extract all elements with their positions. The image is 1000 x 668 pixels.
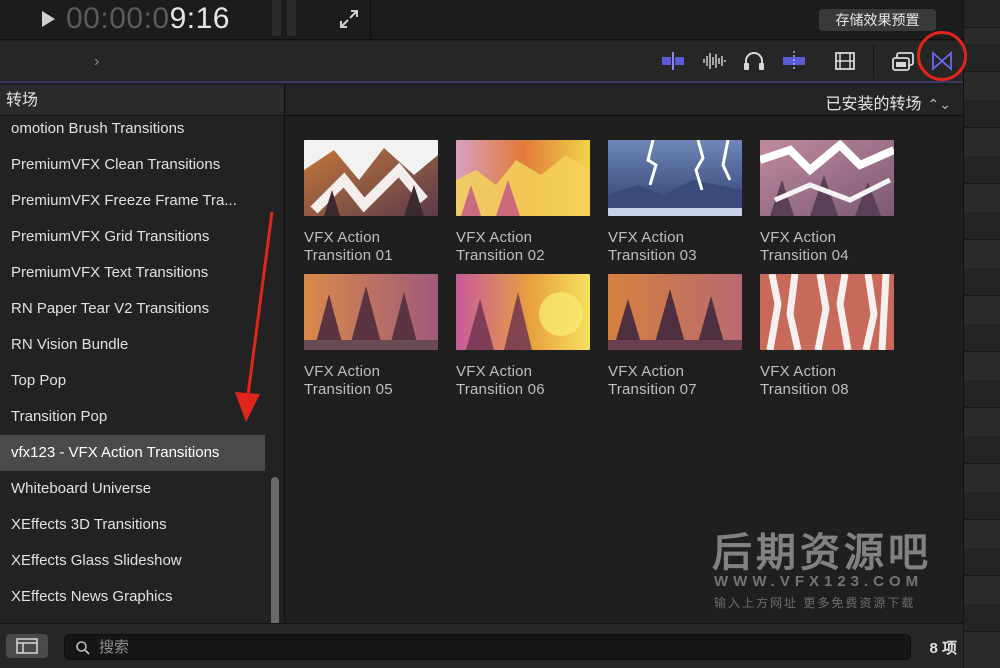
category-item[interactable]: XEffects News Graphics [0, 579, 265, 615]
search-icon [76, 641, 90, 655]
timecode-display: 00:00:09:16 [66, 2, 230, 36]
transition-thumbnail[interactable]: VFX Action Transition 04 [758, 139, 896, 265]
category-item[interactable]: PremiumVFX Text Transitions [0, 255, 265, 291]
category-item[interactable]: PremiumVFX Grid Transitions [0, 219, 265, 255]
headphones-icon[interactable] [741, 50, 767, 72]
panel-block [964, 156, 1000, 184]
panel-block [964, 268, 1000, 296]
transition-preview-image [760, 273, 894, 351]
transition-preview-image [304, 140, 438, 216]
panel-block [964, 324, 1000, 352]
timeline-toolbar: › [0, 41, 963, 83]
sidebar-toggle-button[interactable] [6, 634, 48, 658]
save-effects-preset-button[interactable]: 存储效果预置 [819, 9, 936, 31]
annotation-circle [917, 31, 967, 81]
watermark-subtitle: 输入上方网址 更多免费资源下载 [714, 596, 916, 610]
transition-thumbnail[interactable]: VFX Action Transition 01 [304, 140, 438, 265]
panel-block [964, 44, 1000, 72]
transition-name-line1: VFX Action [760, 229, 837, 246]
watermark-title: 后期资源吧 [712, 531, 932, 575]
search-field[interactable] [64, 634, 911, 660]
transition-preview-image [758, 139, 896, 216]
viewer-bar: 00:00:09:16 存储效果预置 [0, 0, 963, 40]
transition-preview-image [456, 140, 590, 216]
annotation-arrow [235, 211, 274, 422]
category-item[interactable]: RN Paper Tear V2 Transitions [0, 291, 265, 327]
browser-header: 已安装的转场 ⌃⌄ [286, 85, 963, 116]
transition-name-line1: VFX Action [456, 229, 533, 246]
clip-appearance-icon[interactable] [890, 50, 916, 72]
panel-block [964, 100, 1000, 128]
transition-name-line1: VFX Action [608, 229, 685, 246]
category-item[interactable]: PremiumVFX Freeze Frame Tra... [0, 183, 265, 219]
transition-name-line2: Transition 05 [304, 381, 393, 398]
right-panel-edge [963, 0, 1000, 668]
timecode-dim: 00:00:0 [66, 2, 170, 35]
transition-preview-image [456, 274, 590, 350]
transition-thumbnail[interactable]: VFX Action Transition 06 [456, 274, 590, 399]
sidebar-icon [16, 638, 38, 654]
category-item[interactable]: omotion Brush Transitions [0, 111, 265, 147]
transition-thumbnail[interactable]: VFX Action Transition 02 [456, 140, 590, 265]
transition-thumbnail[interactable]: VFX Action Transition 05 [304, 274, 438, 399]
category-item[interactable]: XEffects 3D Transitions [0, 507, 265, 543]
panel-block [964, 548, 1000, 576]
panel-block [964, 380, 1000, 408]
panel-block [964, 492, 1000, 520]
category-select-label: 已安装的转场 [825, 96, 922, 113]
browser-footer: 8 项 [0, 623, 963, 668]
split-audio-icon[interactable] [660, 50, 686, 72]
audio-meter-right [287, 0, 296, 36]
category-item[interactable]: Top Pop [0, 363, 265, 399]
transition-preview-image [608, 274, 742, 350]
item-count: 8 项 [929, 640, 957, 657]
scrollbar-thumb[interactable] [271, 477, 279, 629]
panel-block [964, 436, 1000, 464]
waveform-icon[interactable] [701, 50, 727, 72]
fullscreen-icon[interactable] [337, 7, 361, 31]
divider [370, 0, 371, 40]
category-item-selected[interactable]: vfx123 - VFX Action Transitions [0, 435, 265, 471]
installed-transitions-select[interactable]: 已安装的转场 ⌃⌄ [826, 90, 951, 114]
transition-name-line2: Transition 01 [304, 247, 393, 264]
chevron-right-icon[interactable]: › [94, 53, 99, 71]
film-icon[interactable] [832, 50, 858, 72]
snapping-icon[interactable] [781, 50, 807, 72]
transition-thumbnail[interactable]: VFX Action Transition 08 [760, 273, 894, 399]
transition-name-line2: Transition 07 [608, 381, 697, 398]
audio-meter-left [272, 0, 281, 36]
panel-block [964, 604, 1000, 632]
category-item[interactable]: Transition Pop [0, 399, 265, 435]
transition-name-line2: Transition 03 [608, 247, 697, 264]
transition-name-line2: Transition 04 [760, 247, 849, 264]
transition-name-line1: VFX Action [760, 363, 837, 380]
transition-name-line1: VFX Action [304, 363, 381, 380]
transition-thumbnail[interactable]: VFX Action Transition 07 [608, 274, 742, 399]
category-list: omotion Brush Transitions PremiumVFX Cle… [0, 111, 265, 615]
divider [873, 45, 874, 79]
timecode-lit: 9:16 [169, 2, 230, 35]
transition-preview-image [304, 274, 438, 350]
category-item[interactable]: RN Vision Bundle [0, 327, 265, 363]
category-item[interactable]: PremiumVFX Clean Transitions [0, 147, 265, 183]
transition-name-line1: VFX Action [304, 229, 381, 246]
transition-name-line2: Transition 06 [456, 381, 545, 398]
transition-name-line1: VFX Action [608, 363, 685, 380]
transition-name-line1: VFX Action [456, 363, 533, 380]
panel-block [964, 0, 1000, 28]
category-item[interactable]: Whiteboard Universe [0, 471, 265, 507]
transition-name-line2: Transition 08 [760, 381, 849, 398]
transition-name-line2: Transition 02 [456, 247, 545, 264]
transition-thumbnail[interactable]: VFX Action Transition 03 [608, 139, 742, 265]
updown-chevron-icon: ⌃⌄ [927, 96, 951, 112]
category-item[interactable]: XEffects Glass Slideshow [0, 543, 265, 579]
play-icon[interactable] [42, 11, 55, 27]
panel-block [964, 212, 1000, 240]
search-input[interactable] [99, 635, 799, 659]
transition-preview-image [608, 139, 742, 216]
watermark-url: WWW.VFX123.COM [714, 573, 924, 590]
